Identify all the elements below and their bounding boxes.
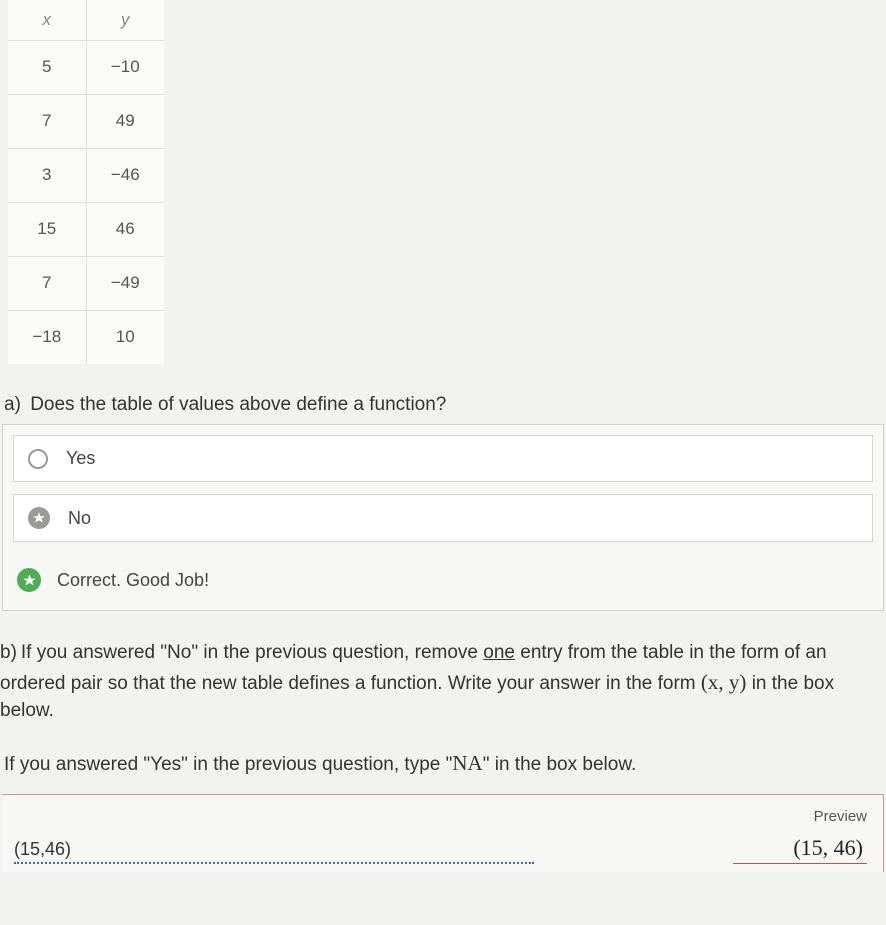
table-row: 1546: [8, 202, 164, 256]
cell-x: −18: [8, 310, 86, 364]
cell-y: −49: [86, 256, 164, 310]
cell-x: 5: [8, 40, 86, 94]
col-y-header: y: [86, 0, 164, 40]
xy-pair: (x, y): [701, 670, 747, 694]
option-no[interactable]: No: [13, 494, 873, 542]
intermediate-text2: " in the box below.: [483, 754, 637, 775]
question-b-text1: If you answered "No" in the previous que…: [21, 642, 483, 663]
option-yes-label: Yes: [66, 448, 95, 469]
answer-box: Preview (15, 46): [2, 794, 884, 872]
question-b-underlined: one: [483, 642, 515, 663]
option-no-label: No: [68, 508, 91, 529]
xy-table: x y 5−10 749 3−46 1546 7−49 −1810: [8, 0, 164, 364]
cell-x: 7: [8, 256, 86, 310]
cell-y: −46: [86, 148, 164, 202]
table-row: −1810: [8, 310, 164, 364]
cell-y: −10: [86, 40, 164, 94]
cell-x: 15: [8, 202, 86, 256]
radio-selected-star-icon: [28, 507, 50, 529]
question-a: a) Does the table of values above define…: [0, 394, 886, 416]
radio-unselected-icon: [28, 449, 48, 469]
cell-x: 7: [8, 94, 86, 148]
question-a-text: Does the table of values above define a …: [30, 394, 446, 415]
preview-value: (15, 46): [733, 835, 867, 864]
preview-area: Preview (15, 46): [733, 808, 867, 864]
intermediate-text1: If you answered "Yes" in the previous qu…: [4, 754, 452, 775]
cell-x: 3: [8, 148, 86, 202]
intermediate-instruction: If you answered "Yes" in the previous qu…: [0, 751, 886, 776]
question-b: b)If you answered "No" in the previous q…: [0, 639, 886, 725]
cell-y: 49: [86, 94, 164, 148]
table-row: 7−49: [8, 256, 164, 310]
feedback-row: Correct. Good Job!: [13, 554, 873, 610]
question-a-part: a): [4, 394, 21, 415]
cell-y: 10: [86, 310, 164, 364]
table-row: 5−10: [8, 40, 164, 94]
na-text: NA: [452, 751, 482, 775]
question-b-part: b): [0, 642, 17, 663]
col-x-header: x: [8, 0, 86, 40]
correct-star-icon: [17, 568, 41, 592]
table-header-row: x y: [8, 0, 164, 40]
options-box: Yes No Correct. Good Job!: [2, 424, 884, 611]
feedback-text: Correct. Good Job!: [57, 570, 209, 591]
option-yes[interactable]: Yes: [13, 435, 873, 482]
cell-y: 46: [86, 202, 164, 256]
preview-label: Preview: [814, 808, 867, 825]
table-row: 749: [8, 94, 164, 148]
answer-input[interactable]: [14, 837, 534, 864]
table-row: 3−46: [8, 148, 164, 202]
